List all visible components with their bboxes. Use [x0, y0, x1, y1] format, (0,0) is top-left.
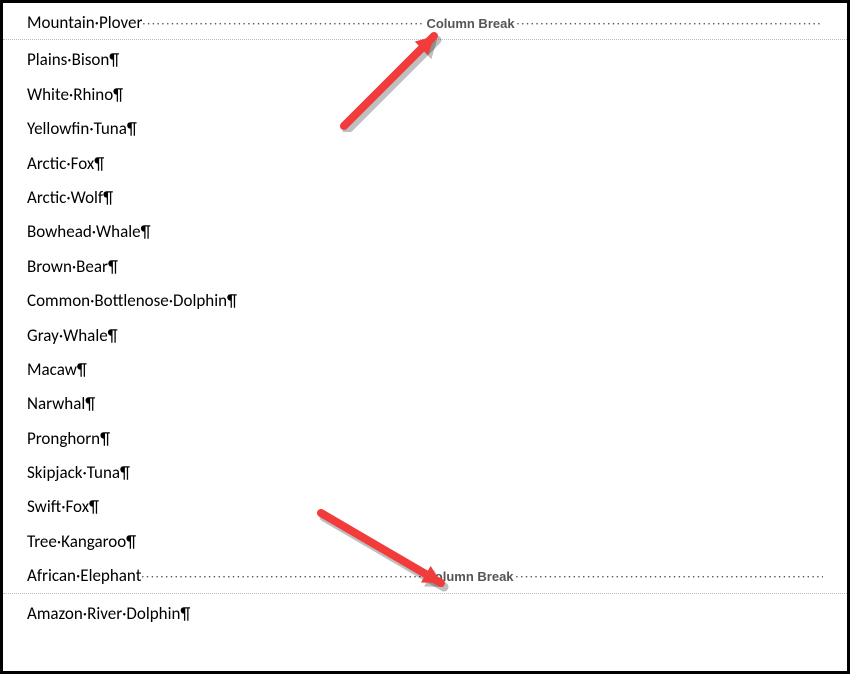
paragraph-line[interactable]: Tree·Kangaroo¶ [27, 532, 823, 552]
leader-dots: ········································… [142, 18, 424, 29]
paragraph-text: Swift·Fox¶ [27, 497, 99, 517]
column-break-line[interactable]: Mountain·Plover·························… [27, 13, 823, 33]
paragraph-line[interactable]: Arctic·Wolf¶ [27, 188, 823, 208]
paragraph-text: African·Elephant [27, 566, 141, 586]
paragraph-line[interactable]: Pronghorn¶ [27, 429, 823, 449]
paragraph-line[interactable]: Narwhal¶ [27, 394, 823, 414]
paragraph-line[interactable]: Plains·Bison¶ [27, 50, 823, 70]
document-page: Mountain·Plover·························… [0, 0, 850, 674]
paragraph-line[interactable]: Skipjack·Tuna¶ [27, 463, 823, 483]
paragraph-text: Mountain·Plover [27, 13, 142, 33]
paragraph-text: Narwhal¶ [27, 394, 95, 414]
paragraph-text: Tree·Kangaroo¶ [27, 532, 136, 552]
paragraph-text: Macaw¶ [27, 360, 87, 380]
paragraph-line[interactable]: Swift·Fox¶ [27, 497, 823, 517]
paragraph-line[interactable]: Macaw¶ [27, 360, 823, 380]
paragraph-line[interactable]: Common·Bottlenose·Dolphin¶ [27, 291, 823, 311]
paragraph-line[interactable]: Brown·Bear¶ [27, 257, 823, 277]
paragraph-text: Amazon·River·Dolphin¶ [27, 604, 190, 624]
paragraph-line[interactable]: Bowhead·Whale¶ [27, 222, 823, 242]
paragraph-text: White·Rhino¶ [27, 85, 123, 105]
paragraph-text: Common·Bottlenose·Dolphin¶ [27, 291, 237, 311]
paragraph-text: Plains·Bison¶ [27, 50, 119, 70]
column-break-line[interactable]: African·Elephant························… [27, 566, 823, 586]
paragraph-text: Brown·Bear¶ [27, 257, 118, 277]
paragraph-text: Pronghorn¶ [27, 429, 110, 449]
section-divider [3, 593, 847, 594]
column-break-label: Column Break [423, 569, 515, 585]
leader-dots: ········································… [141, 571, 423, 582]
paragraph-text: Bowhead·Whale¶ [27, 222, 151, 242]
paragraph-text: Arctic·Fox¶ [27, 154, 104, 174]
paragraph-line[interactable]: Gray·Whale¶ [27, 326, 823, 346]
column-break-label: Column Break [424, 16, 516, 32]
paragraph-line[interactable]: Arctic·Fox¶ [27, 154, 823, 174]
paragraph-text: Skipjack·Tuna¶ [27, 463, 130, 483]
section-divider [3, 39, 847, 40]
paragraph-line[interactable]: Yellowfin·Tuna¶ [27, 119, 823, 139]
paragraph-line[interactable]: Amazon·River·Dolphin¶ [27, 604, 823, 624]
leader-dots: ········································… [517, 18, 823, 29]
paragraph-text: Arctic·Wolf¶ [27, 188, 113, 208]
leader-dots: ········································… [516, 571, 823, 582]
paragraph-text: Gray·Whale¶ [27, 326, 118, 346]
paragraph-text: Yellowfin·Tuna¶ [27, 119, 137, 139]
paragraph-line[interactable]: White·Rhino¶ [27, 85, 823, 105]
